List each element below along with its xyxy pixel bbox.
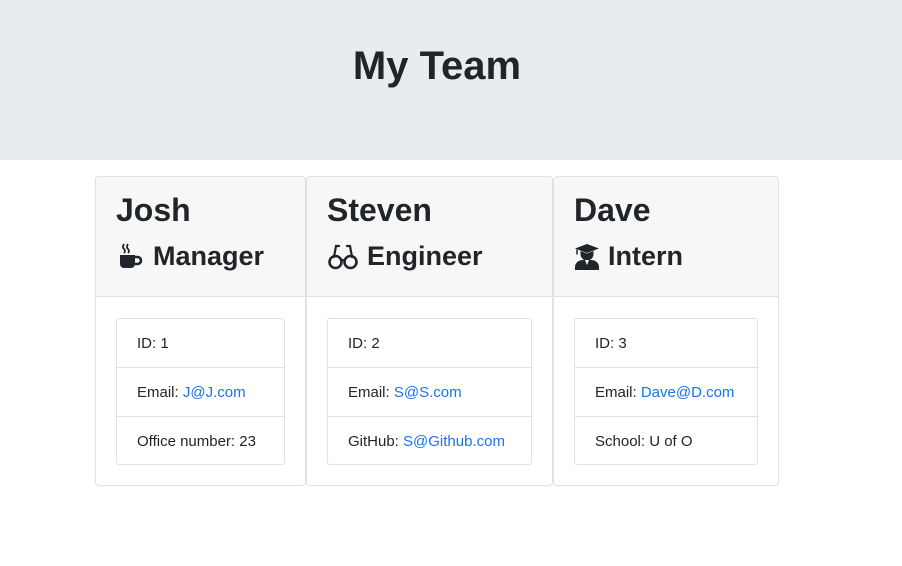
- email-label: Email:: [137, 384, 183, 401]
- employee-details-list: ID: 3 Email: Dave@D.com School: U of O: [574, 318, 758, 465]
- id-item: ID: 3: [575, 319, 757, 368]
- email-item: Email: J@J.com: [117, 368, 284, 417]
- employee-details-list: ID: 2 Email: S@S.com GitHub: S@Github.co…: [327, 318, 532, 465]
- email-link[interactable]: Dave@D.com: [641, 384, 735, 401]
- employee-role: Engineer: [327, 239, 483, 273]
- role-label: Engineer: [367, 241, 483, 271]
- email-label: Email:: [348, 384, 394, 401]
- office-number-label: Office number:: [137, 433, 240, 450]
- glasses-icon: [327, 242, 359, 270]
- id-item: ID: 2: [328, 319, 531, 368]
- employee-card-intern: Dave Intern ID: 3 Email: Dave@D.com Scho…: [553, 176, 779, 486]
- employee-name: Josh: [116, 192, 191, 228]
- coffee-icon: [116, 242, 144, 270]
- school-label: School:: [595, 433, 650, 450]
- id-item: ID: 1: [117, 319, 284, 368]
- employee-card-engineer: Steven Engineer ID: 2 Email: S@S.com Git…: [306, 176, 553, 486]
- page-title: My Team: [352, 44, 522, 88]
- card-header: Dave Intern: [554, 177, 778, 297]
- school-item: School: U of O: [575, 417, 757, 466]
- card-header: Josh Manager: [96, 177, 305, 297]
- office-number-value: 23: [239, 433, 256, 450]
- school-value: U of O: [649, 433, 693, 450]
- email-link[interactable]: J@J.com: [183, 384, 246, 401]
- employee-role: Intern: [574, 239, 683, 273]
- page-header: My Team: [0, 0, 902, 160]
- id-text: ID: 1: [137, 335, 169, 352]
- employee-role: Manager: [116, 239, 264, 273]
- employee-card-manager: Josh Manager ID: 1 Email: J@J.com Office…: [95, 176, 306, 486]
- id-text: ID: 3: [595, 335, 627, 352]
- github-link[interactable]: S@Github.com: [403, 433, 505, 450]
- id-text: ID: 2: [348, 335, 380, 352]
- employee-name: Steven: [327, 192, 432, 228]
- graduate-icon: [574, 242, 600, 270]
- card-header: Steven Engineer: [307, 177, 552, 297]
- role-label: Manager: [153, 241, 265, 271]
- email-label: Email:: [595, 384, 641, 401]
- employee-name: Dave: [574, 192, 651, 228]
- github-item: GitHub: S@Github.com: [328, 417, 531, 466]
- email-item: Email: S@S.com: [328, 368, 531, 417]
- github-label: GitHub:: [348, 433, 404, 450]
- office-number-item: Office number: 23: [117, 417, 284, 466]
- employee-details-list: ID: 1 Email: J@J.com Office number: 23: [116, 318, 285, 465]
- email-link[interactable]: S@S.com: [394, 384, 462, 401]
- role-label: Intern: [608, 241, 684, 271]
- email-item: Email: Dave@D.com: [575, 368, 757, 417]
